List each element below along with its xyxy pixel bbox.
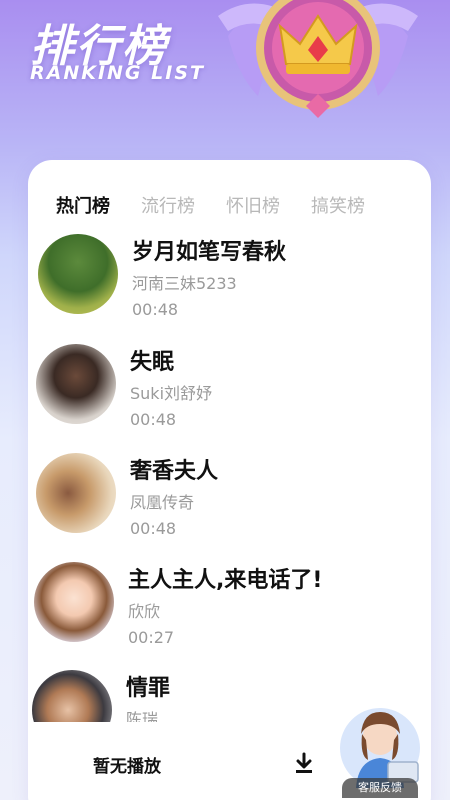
song-artist: 凤凰传奇	[130, 493, 195, 512]
tab-funny[interactable]: 搞笑榜	[311, 192, 365, 218]
song-row[interactable]: 主人主人,来电话了! 欣欣 00:27	[34, 562, 424, 662]
song-artist: Suki刘舒妤	[130, 384, 213, 403]
mini-player[interactable]: 暂无播放	[28, 722, 348, 782]
song-row[interactable]: 岁月如笔写春秋 河南三妹5233 00:48	[38, 234, 428, 334]
song-cover	[34, 562, 114, 642]
player-status: 暂无播放	[93, 757, 161, 777]
customer-service-button[interactable]: 客服反馈	[330, 700, 430, 800]
song-duration: 00:48	[130, 410, 177, 429]
song-cover	[36, 453, 116, 533]
song-cover	[38, 234, 118, 314]
hero-banner: 排行榜 RANKING LIST	[0, 0, 450, 175]
song-artist: 河南三妹5233	[132, 274, 237, 293]
tab-popular[interactable]: 流行榜	[141, 192, 195, 218]
service-label: 客服反馈	[342, 778, 418, 798]
page-subtitle: RANKING LIST	[30, 62, 205, 84]
song-title: 主人主人,来电话了!	[128, 568, 323, 593]
tab-bar: 热门榜 流行榜 怀旧榜 搞笑榜	[56, 192, 396, 218]
song-artist: 欣欣	[128, 602, 161, 621]
support-agent-icon	[340, 708, 420, 788]
song-title: 岁月如笔写春秋	[132, 240, 287, 265]
song-duration: 00:48	[132, 300, 179, 319]
song-title: 奢香夫人	[130, 459, 219, 484]
crown-trophy-icon	[218, 0, 418, 118]
song-cover	[36, 344, 116, 424]
song-duration: 00:27	[128, 628, 175, 647]
song-row[interactable]: 奢香夫人 凤凰传奇 00:48	[36, 453, 426, 553]
tab-nostalgic[interactable]: 怀旧榜	[226, 192, 280, 218]
song-row[interactable]: 失眠 Suki刘舒妤 00:48	[36, 344, 426, 444]
song-duration: 00:48	[130, 519, 177, 538]
song-title: 情罪	[126, 676, 171, 701]
download-icon[interactable]	[293, 752, 315, 774]
tab-hot[interactable]: 热门榜	[56, 192, 110, 218]
song-title: 失眠	[130, 350, 175, 375]
